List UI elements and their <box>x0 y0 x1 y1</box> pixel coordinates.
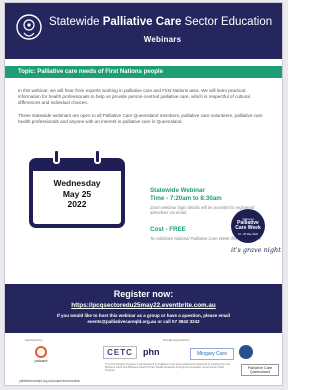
webinar-time: Time - 7:20am to 8:30am <box>150 195 222 202</box>
calendar-weekday: Wednesday <box>53 178 101 188</box>
register-title: Register now: <box>113 289 174 299</box>
register-link[interactable]: https://pcqsectoredu25may22.eventbrite.c… <box>5 302 282 309</box>
palcare-ring-icon <box>35 345 47 358</box>
title-suffix: Sector Education <box>181 16 273 28</box>
register-note-line-2[interactable]: events@palliativecareqld.org.au or call … <box>5 319 282 325</box>
sponsored-by-label: Sponsored by <box>25 338 43 342</box>
head-logo-icon <box>16 14 42 40</box>
intro-paragraph-1: In this webinar, we will hear from exper… <box>18 88 250 106</box>
sponsor-fine-print: The First Peoples Program is administere… <box>105 363 230 373</box>
palliative-care-qld-logo: Palliative Care Queensland <box>241 364 279 376</box>
cetc-logo: CETC <box>103 346 137 359</box>
register-note: If you would like to host this webinar a… <box>5 313 282 325</box>
palcare-logo-text: palcare <box>34 357 48 363</box>
webinar-heading: Statewide Webinar <box>150 187 205 194</box>
flyer-page: Statewide Palliative Care Sector Educati… <box>4 2 283 386</box>
calendar-year: 2022 <box>67 199 87 209</box>
palliative-care-week-badge: National Palliative Care Week 22 - 28 Ma… <box>231 209 265 243</box>
phn-logo: phn <box>143 347 160 357</box>
title-bold: Palliative Care <box>102 16 182 28</box>
calendar-ring <box>53 149 60 164</box>
badge-main-text: Palliative Care Week <box>235 220 261 232</box>
mingary-care-logo: Mingary Care <box>190 348 234 360</box>
register-band: Register now: https://pcqsectoredu25may2… <box>5 284 282 333</box>
intro-text: In this webinar, we will hear from exper… <box>18 88 269 125</box>
page-title: Statewide Palliative Care Sector Educati… <box>49 16 276 28</box>
calendar-top-bar <box>33 162 121 171</box>
partner-emblem-icon <box>239 345 253 359</box>
topic-bar: Topic: Palliative care needs of First Na… <box>5 66 282 78</box>
calendar-date: Wednesday May 25 2022 <box>33 178 121 210</box>
page-subtitle: Webinars <box>143 35 182 44</box>
header-band: Statewide Palliative Care Sector Educati… <box>5 3 282 59</box>
palcare-logo: palcare <box>25 344 57 364</box>
page-frame: Statewide Palliative Care Sector Educati… <box>0 0 288 390</box>
tagline: it's grave night <box>231 246 281 254</box>
supported-by-label: Proudly supported by <box>163 338 190 342</box>
calendar-icon: Wednesday May 25 2022 <box>29 149 125 228</box>
calendar-ring <box>94 149 101 164</box>
calendar-day: May 25 <box>62 188 92 199</box>
intro-paragraph-2: These statewide webinars are open to all… <box>18 112 263 124</box>
footer-url[interactable]: palliativecareqld.org.au/pcqsectoreducat… <box>19 379 80 383</box>
badge-date-text: 22 - 28 May 2022 <box>237 232 259 236</box>
title-prefix: Statewide <box>49 16 103 28</box>
